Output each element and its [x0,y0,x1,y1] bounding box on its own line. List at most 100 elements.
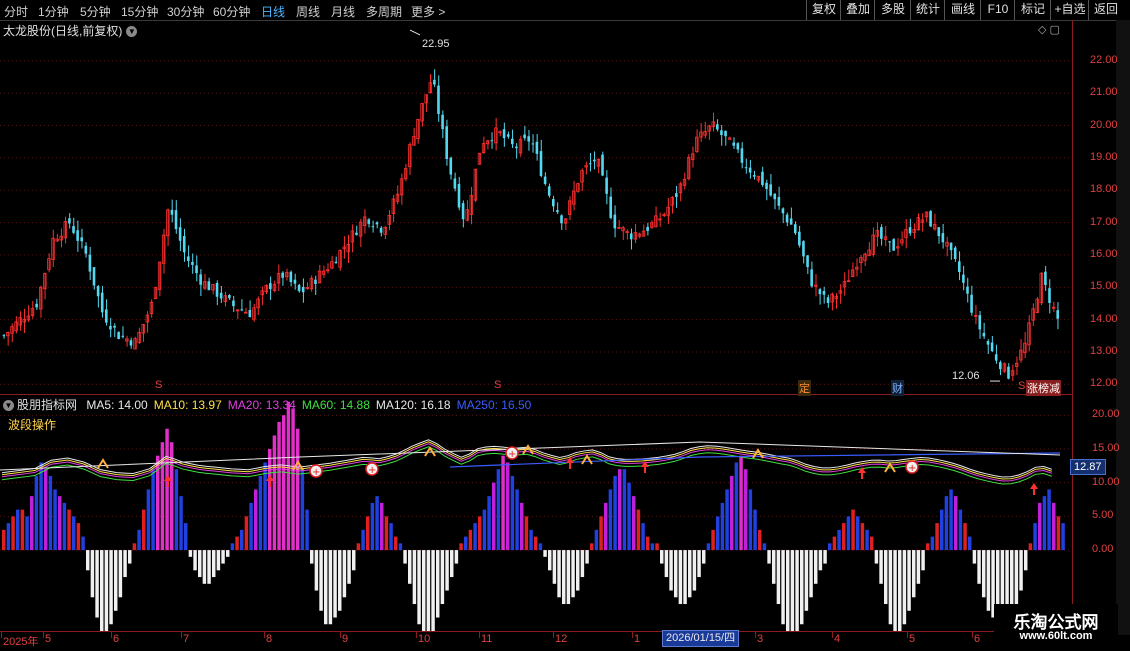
wave-indicator-chart[interactable]: + + + + [0,395,1072,631]
tab-timeframe-multi[interactable]: 多周期 [366,3,402,20]
candle-body [888,241,891,243]
histogram-bar [324,550,328,625]
tab-timeframe-60min[interactable]: 60分钟 [213,3,250,20]
tab-timeframe-15min[interactable]: 15分钟 [121,3,158,20]
histogram-bar [254,489,258,551]
tab-timeframe-daily[interactable]: 日线 [261,3,285,20]
back-button[interactable]: 返回 [1088,0,1123,20]
candlestick-chart[interactable] [0,22,1072,394]
date-x-axis: 2025年 5 6 7 8 9 10 11 12 1 3 4 5 6 [0,631,1072,651]
date-tick-mark [264,632,265,638]
histogram-bar [179,496,183,551]
candle-body [613,214,617,229]
histogram-bar [594,529,599,551]
mark-button[interactable]: 标记 [1014,0,1051,20]
histogram-bar [114,550,118,611]
candle-body [375,222,379,225]
tab-timeframe-fenshi[interactable]: 分时 [4,3,28,20]
histogram-bar [487,496,491,551]
overlay-button[interactable]: 叠加 [840,0,875,20]
histogram-bar [249,502,253,551]
side-panel-strip[interactable] [1116,20,1130,635]
candle-body [765,182,768,190]
histogram-bar [949,489,953,551]
price-tick-label: 17.00 [1090,215,1118,228]
date-tick-mark [907,632,908,638]
stats-button[interactable]: 统计 [910,0,945,20]
histogram-bar [958,509,963,551]
tab-timeframe-30min[interactable]: 30分钟 [167,3,204,20]
candle-body [445,126,448,159]
date-tick-mark [553,632,554,638]
histogram-bar [352,550,356,571]
event-marker-ding[interactable]: 定 [798,380,811,396]
candle-body [297,284,301,292]
event-marker-s[interactable]: S [1018,380,1025,392]
date-tick-mark [340,632,341,638]
tab-timeframe-monthly[interactable]: 月线 [331,3,355,20]
histogram-bar [543,550,547,557]
histogram-bar [431,550,435,631]
histogram-bar [16,509,20,551]
candle-body [461,203,465,220]
histogram-bar [300,469,305,551]
date-tick-label: 3 [757,633,764,645]
event-marker-cai[interactable]: 财 [891,380,904,396]
tab-timeframe-1min[interactable]: 1分钟 [38,3,69,20]
histogram-bar [739,455,743,551]
histogram-bar [702,550,706,564]
histogram-bar [90,550,95,598]
histogram-bar [123,550,127,578]
multi-stock-button[interactable]: 多股 [874,0,911,20]
histogram-bar [762,543,767,551]
histogram-bar [81,536,85,551]
f10-button[interactable]: F10 [980,0,1015,20]
histogram-bar [930,536,935,551]
add-watchlist-button[interactable]: +自选 [1050,0,1089,20]
tab-timeframe-weekly[interactable]: 周线 [296,3,320,20]
candle-body [371,226,375,228]
histogram-bar [814,550,818,584]
histogram-bar [963,523,967,551]
histogram-bar [618,469,622,551]
candle-body [515,146,518,149]
histogram-bar [566,550,571,605]
date-tick-mark [181,632,182,638]
histogram-bar [748,489,753,551]
tab-timeframe-more[interactable]: 更多 > [411,3,445,20]
candle-body [355,232,358,235]
date-tick-label: 1 [634,633,641,645]
candle-body [129,340,133,346]
histogram-bar [408,550,412,584]
price-tick-label: 13.00 [1090,344,1118,357]
histogram-bar [230,543,235,551]
histogram-bar [62,502,67,551]
candle-body [822,291,826,295]
candle-body [334,261,338,264]
histogram-bar [954,496,958,551]
restore-rights-button[interactable]: 复权 [806,0,841,20]
histogram-bar [646,536,650,551]
candle-body [588,163,592,165]
histogram-bar [506,462,510,551]
candle-body [215,282,219,297]
candle-body [908,227,912,234]
histogram-bar [454,550,459,564]
high-pointer [409,29,421,36]
histogram-bar [711,529,715,551]
histogram-bar [655,543,659,551]
event-marker-s[interactable]: S [155,379,162,391]
histogram-bar [338,550,342,611]
tab-timeframe-5min[interactable]: 5分钟 [80,3,111,20]
histogram-bar [888,550,893,625]
histogram-bar [277,421,281,551]
histogram-bar [627,482,631,551]
candle-body [121,335,125,337]
event-marker-s[interactable]: S [494,379,501,391]
draw-line-button[interactable]: 画线 [944,0,981,20]
candle-body [92,267,96,286]
histogram-bar [30,496,34,551]
histogram-bar [786,550,790,631]
candle-body [109,325,112,330]
event-marker-zhangbangjian[interactable]: 涨榜减 [1026,380,1061,396]
